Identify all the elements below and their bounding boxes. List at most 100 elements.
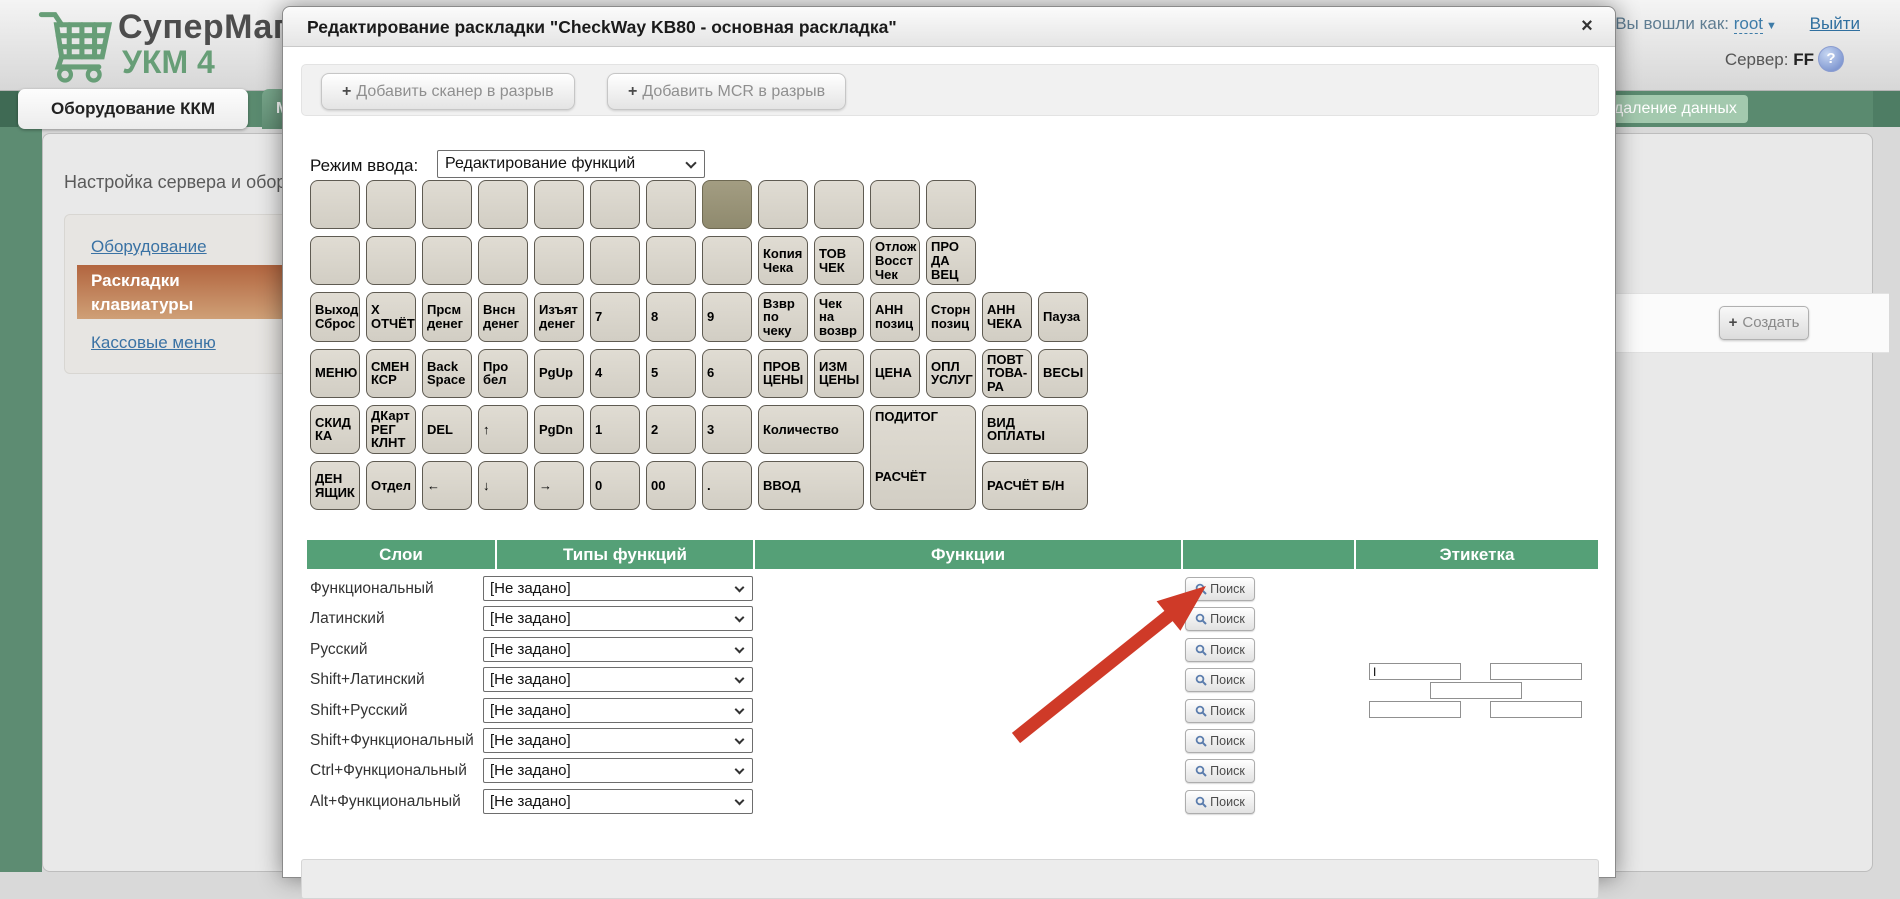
key-Изъят-денег[interactable]: Изъят денег: [534, 292, 584, 341]
key-blank[interactable]: [478, 180, 528, 229]
etiketka-input-1[interactable]: [1369, 663, 1461, 680]
key-PgDn[interactable]: PgDn: [534, 405, 584, 454]
search-button-Латинский[interactable]: Поиск: [1185, 607, 1255, 631]
key-СКИД-КА[interactable]: СКИД КА: [310, 405, 360, 454]
key-Количество[interactable]: Количество: [758, 405, 864, 454]
key-ДКарт-РЕГ-КЛНТ[interactable]: ДКарт РЕГ КЛНТ: [366, 405, 416, 454]
etiketka-input-3[interactable]: [1430, 682, 1522, 699]
key-00[interactable]: 00: [646, 461, 696, 510]
sidebar-item-keyboard-layouts[interactable]: Раскладки клавиатуры: [77, 265, 295, 319]
key-Сторн-позиц[interactable]: Сторн позиц: [926, 292, 976, 341]
key-blank[interactable]: [366, 180, 416, 229]
key-blank[interactable]: [590, 236, 640, 285]
search-button-Alt+Функциональный[interactable]: Поиск: [1185, 790, 1255, 814]
key-DEL[interactable]: DEL: [422, 405, 472, 454]
modal-close-button[interactable]: ×: [1575, 15, 1599, 38]
key-Чек-на-возвр[interactable]: Чек на возвр: [814, 292, 864, 341]
search-button-Shift+Функциональный[interactable]: Поиск: [1185, 729, 1255, 753]
sidebar-item-cash-menus[interactable]: Кассовые меню: [91, 333, 216, 353]
key-МЕНЮ[interactable]: МЕНЮ: [310, 349, 360, 398]
key-Копия-Чека[interactable]: Копия Чека: [758, 236, 808, 285]
key-4[interactable]: 4: [590, 349, 640, 398]
etiketka-input-5[interactable]: [1490, 701, 1582, 718]
key-ВИД-ОПЛАТЫ[interactable]: ВИД ОПЛАТЫ: [982, 405, 1088, 454]
key-2[interactable]: 2: [646, 405, 696, 454]
key-Взвр-по-чеку[interactable]: Взвр по чеку: [758, 292, 808, 341]
function-type-select-Ctrl+Функциональный[interactable]: [Не задано]: [483, 758, 753, 783]
input-mode-select[interactable]: Редактирование функций: [437, 150, 705, 178]
key-↑[interactable]: ↑: [478, 405, 528, 454]
key-blank[interactable]: [646, 180, 696, 229]
key-Пауза[interactable]: Пауза: [1038, 292, 1088, 341]
function-type-select-Латинский[interactable]: [Не задано]: [483, 606, 753, 631]
function-type-select-Shift+Русский[interactable]: [Не задано]: [483, 698, 753, 723]
key-0[interactable]: 0: [590, 461, 640, 510]
key-blank[interactable]: [702, 180, 752, 229]
etiketka-input-2[interactable]: [1490, 663, 1582, 680]
etiketka-input-4[interactable]: [1369, 701, 1461, 718]
key-ПРО-ДА-ВЕЦ[interactable]: ПРО ДА ВЕЦ: [926, 236, 976, 285]
key-blank[interactable]: [534, 236, 584, 285]
add-scanner-button[interactable]: +Добавить сканер в разрыв: [321, 73, 575, 110]
key-5[interactable]: 5: [646, 349, 696, 398]
key-←[interactable]: ←: [422, 461, 472, 510]
key-blank[interactable]: [870, 180, 920, 229]
search-button-Функциональный[interactable]: Поиск: [1185, 577, 1255, 601]
search-button-Русский[interactable]: Поиск: [1185, 638, 1255, 662]
key-Выход-Сброс[interactable]: Выход Сброс: [310, 292, 360, 341]
key-3[interactable]: 3: [702, 405, 752, 454]
help-icon[interactable]: ?: [1818, 46, 1844, 72]
key-Прсм-денег[interactable]: Прсм денег: [422, 292, 472, 341]
key-7[interactable]: 7: [590, 292, 640, 341]
key-blank[interactable]: [534, 180, 584, 229]
key-blank[interactable]: [478, 236, 528, 285]
function-type-select-Русский[interactable]: [Не задано]: [483, 637, 753, 662]
key-PgUp[interactable]: PgUp: [534, 349, 584, 398]
search-button-Shift+Русский[interactable]: Поиск: [1185, 699, 1255, 723]
key-ПОВТ-ТОВА--РА[interactable]: ПОВТ ТОВА- РА: [982, 349, 1032, 398]
key-Отдел[interactable]: Отдел: [366, 461, 416, 510]
key-X-ОТЧЁТ[interactable]: X ОТЧЁТ: [366, 292, 416, 341]
key-Внсн-денег[interactable]: Внсн денег: [478, 292, 528, 341]
key-blank[interactable]: [814, 180, 864, 229]
key-.[interactable]: .: [702, 461, 752, 510]
key-АНН-позиц[interactable]: АНН позиц: [870, 292, 920, 341]
key-8[interactable]: 8: [646, 292, 696, 341]
key-СМЕН-КСР[interactable]: СМЕН КСР: [366, 349, 416, 398]
key-РАСЧЁТ-Б/Н[interactable]: РАСЧЁТ Б/Н: [982, 461, 1088, 510]
key-ДЕН-ЯЩИК[interactable]: ДЕН ЯЩИК: [310, 461, 360, 510]
key-blank[interactable]: [366, 236, 416, 285]
key-Back-Space[interactable]: Back Space: [422, 349, 472, 398]
key-ИЗМ-ЦЕНЫ[interactable]: ИЗМ ЦЕНЫ: [814, 349, 864, 398]
search-button-Ctrl+Функциональный[interactable]: Поиск: [1185, 759, 1255, 783]
key-Отлож-Восст-Чек[interactable]: Отлож Восст Чек: [870, 236, 920, 285]
function-type-select-Функциональный[interactable]: [Не задано]: [483, 576, 753, 601]
key-blank[interactable]: [310, 180, 360, 229]
key-ПРОВ-ЦЕНЫ[interactable]: ПРОВ ЦЕНЫ: [758, 349, 808, 398]
function-type-select-Alt+Функциональный[interactable]: [Не задано]: [483, 789, 753, 814]
key-blank[interactable]: [646, 236, 696, 285]
key-1[interactable]: 1: [590, 405, 640, 454]
function-type-select-Shift+Функциональный[interactable]: [Не задано]: [483, 728, 753, 753]
create-button[interactable]: +Создать: [1719, 306, 1809, 340]
key-ЦЕНА[interactable]: ЦЕНА: [870, 349, 920, 398]
username-link[interactable]: root: [1734, 14, 1763, 34]
key-blank[interactable]: [310, 236, 360, 285]
key-ОПЛ-УСЛУГ[interactable]: ОПЛ УСЛУГ: [926, 349, 976, 398]
key-ТОВ-ЧЕК[interactable]: ТОВ ЧЕК: [814, 236, 864, 285]
add-mcr-button[interactable]: +Добавить MCR в разрыв: [607, 73, 846, 110]
key-АНН-ЧЕКА[interactable]: АНН ЧЕКА: [982, 292, 1032, 341]
key-blank[interactable]: [422, 236, 472, 285]
key-blank[interactable]: [590, 180, 640, 229]
key-ПОДИТОГ-РАСЧЁТ[interactable]: ПОДИТОГРАСЧЁТ: [870, 405, 976, 510]
user-dropdown-caret-icon[interactable]: ▼: [1766, 20, 1777, 32]
key-blank[interactable]: [422, 180, 472, 229]
key-6[interactable]: 6: [702, 349, 752, 398]
sidebar-item-equipment[interactable]: Оборудование: [91, 237, 207, 257]
function-type-select-Shift+Латинский[interactable]: [Не задано]: [483, 667, 753, 692]
key-ВЕСЫ[interactable]: ВЕСЫ: [1038, 349, 1088, 398]
tab-equipment-kkm[interactable]: Оборудование ККМ: [18, 89, 248, 129]
key-ВВОД[interactable]: ВВОД: [758, 461, 864, 510]
logout-link[interactable]: Выйти: [1810, 14, 1860, 33]
key-blank[interactable]: [758, 180, 808, 229]
